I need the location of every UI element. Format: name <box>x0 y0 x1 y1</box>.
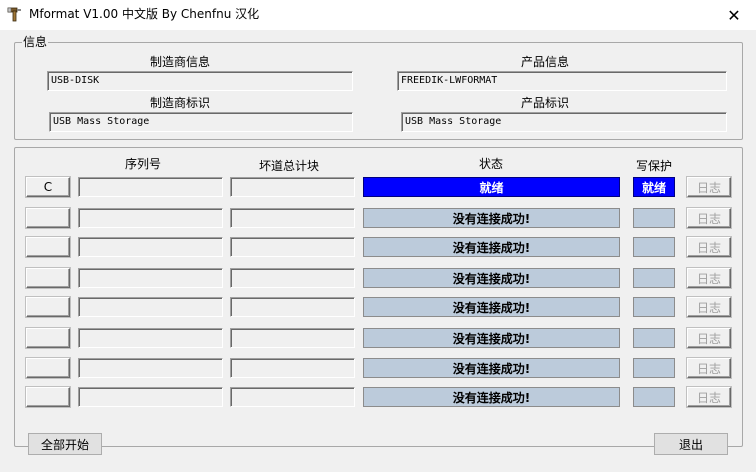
serial-field <box>78 268 223 288</box>
write-protect-indicator <box>633 297 675 317</box>
product-id-label: 产品标识 <box>521 96 570 110</box>
log-button[interactable]: 日志 <box>687 328 731 348</box>
close-button[interactable]: ✕ <box>712 0 756 30</box>
drive-button[interactable] <box>26 208 70 228</box>
write-protect-indicator <box>633 387 675 407</box>
start-all-button[interactable]: 全部开始 <box>28 433 102 455</box>
hammer-icon <box>7 7 21 22</box>
serial-field <box>78 328 223 348</box>
write-protect-indicator <box>633 358 675 378</box>
write-protect-indicator <box>633 208 675 228</box>
status-indicator: 没有连接成功! <box>363 328 620 348</box>
write-protect-indicator <box>633 328 675 348</box>
drive-button[interactable] <box>26 387 70 407</box>
status-indicator: 没有连接成功! <box>363 387 620 407</box>
bad-blocks-field <box>230 268 355 288</box>
status-indicator: 没有连接成功! <box>363 237 620 257</box>
status-indicator: 没有连接成功! <box>363 268 620 288</box>
manufacturer-info-label: 制造商信息 <box>150 55 211 69</box>
serial-field <box>78 297 223 317</box>
log-button[interactable]: 日志 <box>687 297 731 317</box>
serial-field <box>78 358 223 378</box>
bad-blocks-header: 坏道总计块 <box>259 159 320 173</box>
bad-blocks-field <box>230 387 355 407</box>
drive-button[interactable] <box>26 237 70 257</box>
drive-button[interactable] <box>26 268 70 288</box>
log-button[interactable]: 日志 <box>687 387 731 407</box>
serial-field <box>78 387 223 407</box>
write-protect-indicator: 就绪 <box>633 177 675 197</box>
bad-blocks-field <box>230 358 355 378</box>
log-button[interactable]: 日志 <box>687 208 731 228</box>
write-protect-indicator <box>633 268 675 288</box>
write-protect-indicator <box>633 237 675 257</box>
bad-blocks-field <box>230 297 355 317</box>
bad-blocks-field <box>230 328 355 348</box>
status-indicator: 就绪 <box>363 177 620 197</box>
serial-field <box>78 237 223 257</box>
log-button[interactable]: 日志 <box>687 268 731 288</box>
manufacturer-id-label: 制造商标识 <box>150 96 211 110</box>
bad-blocks-field <box>230 208 355 228</box>
status-indicator: 没有连接成功! <box>363 208 620 228</box>
log-button[interactable]: 日志 <box>687 177 731 197</box>
window-client: 信息 制造商信息 USB-DISK 产品信息 FREEDIK-LWFORMAT … <box>0 30 756 472</box>
drive-button[interactable] <box>26 328 70 348</box>
status-header: 状态 <box>479 157 504 171</box>
status-indicator: 没有连接成功! <box>363 297 620 317</box>
product-id-field: USB Mass Storage <box>401 112 727 132</box>
bad-blocks-field <box>230 237 355 257</box>
serial-header: 序列号 <box>125 157 162 171</box>
product-info-label: 产品信息 <box>521 55 570 69</box>
close-icon: ✕ <box>727 5 741 25</box>
write-protect-header: 写保护 <box>636 159 673 173</box>
log-button[interactable]: 日志 <box>687 237 731 257</box>
exit-button[interactable]: 退出 <box>654 433 728 455</box>
drive-button[interactable]: C <box>26 177 70 197</box>
serial-field <box>78 208 223 228</box>
title-bar[interactable]: Mformat V1.00 中文版 By Chenfnu 汉化 ✕ <box>0 0 756 30</box>
log-button[interactable]: 日志 <box>687 358 731 378</box>
drive-button[interactable] <box>26 358 70 378</box>
info-group-legend: 信息 <box>22 35 49 49</box>
manufacturer-info-field: USB-DISK <box>47 71 353 91</box>
bad-blocks-field <box>230 177 355 197</box>
manufacturer-id-field: USB Mass Storage <box>49 112 353 132</box>
status-indicator: 没有连接成功! <box>363 358 620 378</box>
serial-field <box>78 177 223 197</box>
product-info-field: FREEDIK-LWFORMAT <box>397 71 727 91</box>
window-title: Mformat V1.00 中文版 By Chenfnu 汉化 <box>29 7 260 21</box>
drive-button[interactable] <box>26 297 70 317</box>
